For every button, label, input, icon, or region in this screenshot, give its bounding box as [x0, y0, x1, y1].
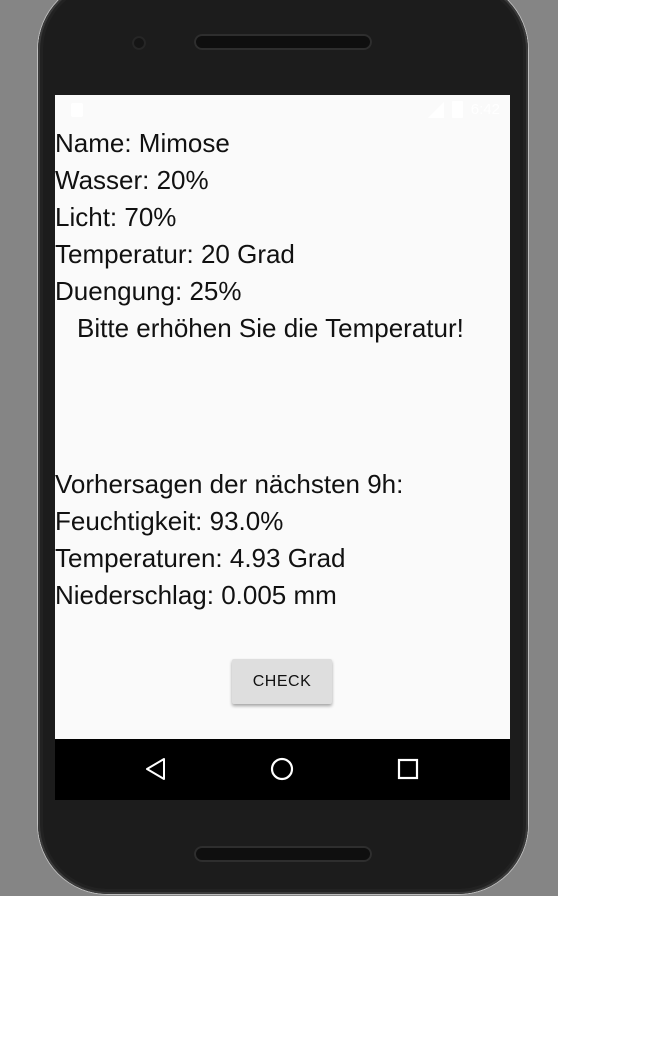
- device-screen: 6:42 Name: Mimose Wasser: 20% Licht: 70%…: [55, 95, 510, 800]
- status-time: 6:42: [470, 101, 500, 118]
- recent-apps-square-icon: [397, 758, 419, 780]
- signal-icon: [427, 101, 444, 118]
- plant-water: Wasser: 20%: [55, 165, 209, 195]
- navigation-bar: [55, 739, 510, 800]
- forecast-precipitation: Niederschlag: 0.005 mm: [55, 580, 337, 610]
- back-triangle-icon: [146, 758, 165, 780]
- bottom-speaker: [194, 846, 372, 862]
- home-circle-icon: [270, 757, 294, 781]
- back-button[interactable]: [134, 749, 178, 789]
- plant-temperature: Temperatur: 20 Grad: [55, 239, 295, 269]
- forecast-temperature: Temperaturen: 4.93 Grad: [55, 543, 346, 573]
- recent-apps-button[interactable]: [386, 749, 430, 789]
- forecast-humidity: Feuchtigkeit: 93.0%: [55, 506, 284, 536]
- sd-card-icon: [71, 103, 83, 117]
- status-icons: 6:42: [427, 101, 500, 118]
- plant-fertilizer: Duengung: 25%: [55, 276, 242, 306]
- top-speaker: [194, 34, 372, 50]
- front-camera: [132, 36, 146, 50]
- check-button[interactable]: CHECK: [232, 659, 332, 704]
- temperature-warning: Bitte erhöhen Sie die Temperatur!: [77, 313, 464, 343]
- battery-icon: [451, 101, 463, 118]
- plant-info: Name: Mimose Wasser: 20% Licht: 70% Temp…: [55, 125, 510, 614]
- home-button[interactable]: [260, 749, 304, 789]
- forecast-heading: Vorhersagen der nächsten 9h:: [55, 469, 404, 499]
- plant-name: Name: Mimose: [55, 128, 230, 158]
- plant-light: Licht: 70%: [55, 202, 177, 232]
- status-bar: 6:42: [55, 95, 510, 125]
